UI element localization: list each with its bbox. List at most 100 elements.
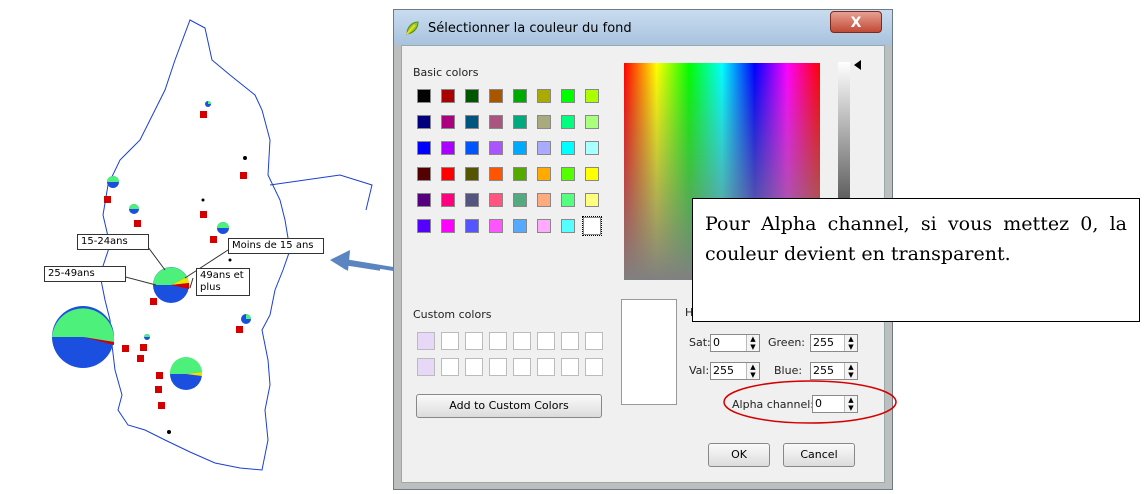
pie-small (241, 314, 251, 324)
custom-color-well[interactable] (537, 332, 555, 350)
basic-color-swatch[interactable] (585, 89, 599, 103)
cancel-button[interactable]: Cancel (783, 443, 855, 467)
basic-color-swatch[interactable] (465, 193, 479, 207)
pie-center (153, 267, 190, 303)
ok-button[interactable]: OK (708, 443, 770, 467)
dot (201, 198, 205, 202)
pie-small (129, 204, 139, 214)
basic-color-swatch[interactable] (465, 219, 479, 233)
basic-color-swatch[interactable] (561, 193, 575, 207)
custom-color-well[interactable] (561, 332, 579, 350)
basic-color-swatch[interactable] (489, 141, 503, 155)
basic-color-swatch[interactable] (561, 115, 575, 129)
green-spinbox[interactable]: 255 ▲ ▼ (810, 334, 858, 352)
pie-large (52, 306, 115, 368)
custom-color-well[interactable] (465, 358, 483, 376)
pie-small (107, 176, 119, 188)
basic-color-swatch[interactable] (417, 89, 431, 103)
basic-color-swatch[interactable] (561, 141, 575, 155)
basic-color-swatch[interactable] (585, 141, 599, 155)
qgis-leaf-icon (406, 21, 419, 35)
basic-color-swatch[interactable] (561, 89, 575, 103)
custom-color-well[interactable] (537, 358, 555, 376)
pie-lower (169, 356, 203, 390)
basic-color-swatch[interactable] (465, 115, 479, 129)
basic-color-swatch[interactable] (417, 115, 431, 129)
custom-color-well[interactable] (441, 358, 459, 376)
color-preview (621, 299, 677, 405)
basic-color-swatch[interactable] (465, 89, 479, 103)
basic-color-swatch[interactable] (513, 141, 527, 155)
spin-arrows-icon[interactable]: ▲ ▼ (746, 363, 759, 379)
blue-value: 255 (813, 364, 834, 377)
add-custom-colors-button[interactable]: Add to Custom Colors (416, 394, 602, 418)
dot (243, 156, 247, 160)
spin-arrows-icon[interactable]: ▲ ▼ (746, 335, 759, 351)
basic-color-swatch[interactable] (441, 193, 455, 207)
basic-color-swatch[interactable] (489, 219, 503, 233)
basic-color-swatch[interactable] (441, 115, 455, 129)
basic-color-swatch[interactable] (441, 167, 455, 181)
alpha-highlight-ellipse (723, 380, 897, 424)
custom-color-well[interactable] (561, 358, 579, 376)
basic-color-swatch[interactable] (585, 193, 599, 207)
basic-color-swatch[interactable] (489, 167, 503, 181)
basic-color-swatch[interactable] (441, 219, 455, 233)
sat-label: Sat: (689, 336, 711, 349)
basic-color-swatch[interactable] (465, 141, 479, 155)
basic-color-swatch[interactable] (537, 167, 551, 181)
basic-color-swatch[interactable] (561, 219, 575, 233)
basic-color-swatch[interactable] (465, 167, 479, 181)
custom-color-well[interactable] (417, 358, 435, 376)
basic-color-swatch[interactable] (585, 115, 599, 129)
basic-color-swatch[interactable] (417, 219, 431, 233)
custom-color-well[interactable] (513, 358, 531, 376)
basic-color-swatch[interactable] (441, 89, 455, 103)
basic-colors-label: Basic colors (413, 66, 479, 79)
label-49ans-et-plus: 49ans et plus (196, 268, 250, 296)
basic-color-swatch[interactable] (513, 89, 527, 103)
custom-color-well[interactable] (441, 332, 459, 350)
basic-color-swatch[interactable] (417, 193, 431, 207)
luminance-pointer-icon[interactable] (854, 60, 861, 70)
basic-color-swatch[interactable] (417, 167, 431, 181)
custom-color-well[interactable] (489, 358, 507, 376)
basic-color-swatch[interactable] (582, 216, 602, 236)
basic-color-swatch[interactable] (489, 115, 503, 129)
basic-color-swatch[interactable] (441, 141, 455, 155)
label-15-24ans: 15-24ans (77, 234, 149, 250)
label-moins-15-ans: Moins de 15 ans (228, 238, 324, 254)
dot (167, 430, 171, 434)
dot (228, 258, 232, 262)
basic-color-swatch[interactable] (513, 115, 527, 129)
custom-color-well[interactable] (465, 332, 483, 350)
basic-color-swatch[interactable] (513, 167, 527, 181)
close-button[interactable]: X (830, 11, 882, 33)
basic-color-swatch[interactable] (489, 193, 503, 207)
blue-label: Blue: (774, 364, 803, 377)
basic-color-swatch[interactable] (537, 219, 551, 233)
basic-color-swatch[interactable] (537, 89, 551, 103)
basic-color-swatch[interactable] (537, 193, 551, 207)
inset-outline (269, 174, 373, 211)
basic-color-swatch[interactable] (537, 141, 551, 155)
custom-color-well[interactable] (585, 332, 603, 350)
title-bar[interactable]: Sélectionner la couleur du fond X (394, 10, 892, 45)
basic-color-swatch[interactable] (585, 167, 599, 181)
basic-color-swatch[interactable] (537, 115, 551, 129)
sat-spinbox[interactable]: 0 ▲ ▼ (710, 334, 760, 352)
basic-color-swatch[interactable] (489, 89, 503, 103)
basic-color-swatch[interactable] (513, 193, 527, 207)
pie-small (217, 222, 229, 234)
basic-color-swatch[interactable] (417, 141, 431, 155)
basic-color-swatch[interactable] (513, 219, 527, 233)
spin-arrows-icon[interactable]: ▲ ▼ (844, 363, 857, 379)
custom-color-well[interactable] (585, 358, 603, 376)
custom-color-well[interactable] (489, 332, 507, 350)
custom-color-well[interactable] (513, 332, 531, 350)
dialog-title: Sélectionner la couleur du fond (428, 21, 632, 36)
basic-color-swatch[interactable] (561, 167, 575, 181)
custom-color-well[interactable] (417, 332, 435, 350)
val-label: Val: (689, 364, 710, 377)
spin-arrows-icon[interactable]: ▲ ▼ (844, 335, 857, 351)
